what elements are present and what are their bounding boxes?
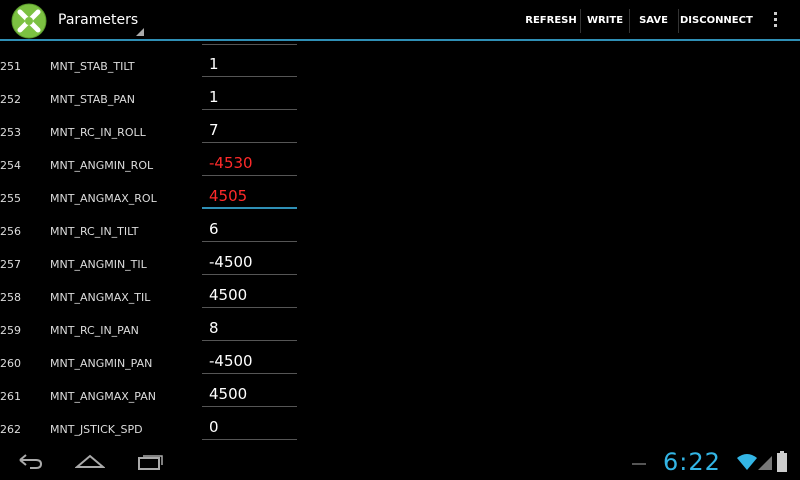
- param-value-input[interactable]: 1: [202, 86, 297, 110]
- disconnect-button[interactable]: DISCONNECT: [680, 9, 753, 33]
- param-row: 257 MNT_ANGMIN_TIL -4500: [0, 248, 800, 281]
- overflow-menu-icon[interactable]: [770, 12, 780, 30]
- param-name: MNT_RC_IN_TILT: [50, 225, 139, 238]
- param-value-input[interactable]: -4530: [202, 152, 297, 176]
- clock[interactable]: 6:22: [663, 448, 721, 476]
- param-row: 260 MNT_ANGMIN_PAN -4500: [0, 347, 800, 380]
- param-index: 262: [0, 423, 21, 436]
- param-row: 251 MNT_STAB_TILT 1: [0, 50, 800, 83]
- param-index: 255: [0, 192, 21, 205]
- battery-icon: [776, 451, 788, 477]
- param-name: MNT_RC_IN_ROLL: [50, 126, 146, 139]
- param-value-input[interactable]: 4505: [202, 185, 297, 209]
- param-value-input[interactable]: -4500: [202, 350, 297, 374]
- home-icon[interactable]: [74, 451, 106, 475]
- save-button[interactable]: SAVE: [631, 9, 676, 33]
- notification-dash: [632, 463, 646, 465]
- param-row: 261 MNT_ANGMAX_PAN 4500: [0, 380, 800, 413]
- param-index: 260: [0, 357, 21, 370]
- write-button[interactable]: WRITE: [582, 9, 628, 33]
- param-index: 254: [0, 159, 21, 172]
- param-name: MNT_RC_IN_PAN: [50, 324, 139, 337]
- param-name: MNT_JSTICK_SPD: [50, 423, 143, 436]
- param-value-input[interactable]: 8: [202, 317, 297, 341]
- param-value-input[interactable]: 6: [202, 218, 297, 242]
- param-row: 255 MNT_ANGMAX_ROL 4505: [0, 182, 800, 215]
- param-value-input[interactable]: 0: [202, 416, 297, 440]
- param-index: 251: [0, 60, 21, 73]
- param-name: MNT_ANGMIN_TIL: [50, 258, 147, 271]
- back-icon[interactable]: [16, 451, 44, 475]
- param-name: MNT_STAB_PAN: [50, 93, 136, 106]
- action-divider: [678, 9, 679, 33]
- param-index: 257: [0, 258, 21, 271]
- action-divider: [580, 9, 581, 33]
- action-bar: Parameters REFRESH WRITE SAVE DISCONNECT: [0, 0, 800, 41]
- app-logo-icon[interactable]: [11, 3, 47, 39]
- param-index: 253: [0, 126, 21, 139]
- param-row: 258 MNT_ANGMAX_TIL 4500: [0, 281, 800, 314]
- param-row: 256 MNT_RC_IN_TILT 6: [0, 215, 800, 248]
- param-index: 261: [0, 390, 21, 403]
- param-index: 256: [0, 225, 21, 238]
- param-name: MNT_STAB_TILT: [50, 60, 135, 73]
- signal-icon: [757, 455, 773, 475]
- param-name: MNT_ANGMIN_ROL: [50, 159, 154, 172]
- param-value-input[interactable]: -4500: [202, 251, 297, 275]
- param-index: 252: [0, 93, 21, 106]
- param-name: MNT_ANGMAX_TIL: [50, 291, 151, 304]
- action-divider: [629, 9, 630, 33]
- param-name: MNT_ANGMAX_ROL: [50, 192, 157, 205]
- param-value-input[interactable]: 4500: [202, 284, 297, 308]
- system-bar: 6:22: [0, 443, 800, 480]
- spinner-indicator-icon: [136, 28, 144, 36]
- param-index: 258: [0, 291, 21, 304]
- wifi-icon: [736, 453, 758, 475]
- param-value-input[interactable]: 7: [202, 119, 297, 143]
- param-row: 252 MNT_STAB_PAN 1: [0, 83, 800, 116]
- param-row: 259 MNT_RC_IN_PAN 8: [0, 314, 800, 347]
- param-row: 253 MNT_RC_IN_ROLL 7: [0, 116, 800, 149]
- param-name: MNT_ANGMIN_PAN: [50, 357, 153, 370]
- param-value-input[interactable]: 4500: [202, 383, 297, 407]
- param-value-input[interactable]: 1: [202, 53, 297, 77]
- page-title[interactable]: Parameters: [58, 12, 138, 28]
- partial-value-field: [202, 43, 297, 45]
- refresh-button[interactable]: REFRESH: [524, 9, 578, 33]
- param-name: MNT_ANGMAX_PAN: [50, 390, 156, 403]
- param-row: 262 MNT_JSTICK_SPD 0: [0, 413, 800, 443]
- recent-apps-icon[interactable]: [137, 451, 165, 475]
- param-row: 254 MNT_ANGMIN_ROL -4530: [0, 149, 800, 182]
- param-index: 259: [0, 324, 21, 337]
- parameter-list[interactable]: 251 MNT_STAB_TILT 1 252 MNT_STAB_PAN 1 253 MNT_…: [0, 43, 800, 443]
